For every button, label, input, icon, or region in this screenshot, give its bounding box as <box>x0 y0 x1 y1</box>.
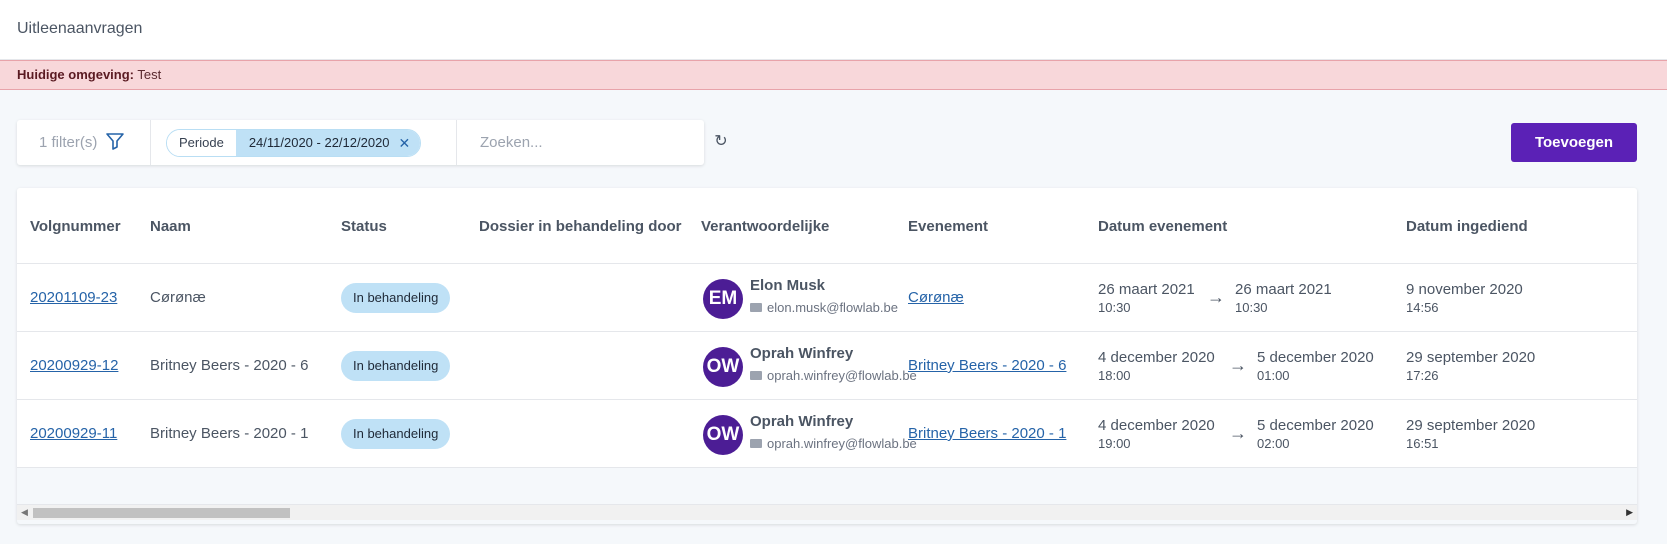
column-header-volgnummer[interactable]: Volgnummer <box>30 218 121 235</box>
volgnummer-link[interactable]: 20201109-23 <box>30 289 117 306</box>
refresh-icon[interactable]: ↻ <box>712 133 730 151</box>
person-email-wrap: oprah.winfrey@flowlab.be <box>750 368 917 383</box>
avatar: OW <box>703 415 743 455</box>
column-header-verantwoordelijke[interactable]: Verantwoordelijke <box>701 218 829 235</box>
arrow-right-icon: → <box>1207 287 1225 307</box>
environment-label: Huidige omgeving: <box>17 67 134 82</box>
event-link[interactable]: Cørønæ <box>908 289 964 306</box>
submitted-date: 29 september 2020 <box>1406 349 1536 366</box>
filter-chip-value: 24/11/2020 - 22/12/2020 <box>248 134 390 150</box>
add-button[interactable]: Toevoegen <box>1511 123 1637 162</box>
submitted-date: 29 september 2020 <box>1406 417 1536 434</box>
event-end-date: 5 december 2020 <box>1257 349 1374 366</box>
environment-value: Test <box>137 67 162 82</box>
horizontal-scrollbar[interactable]: ◀ ▶ <box>17 504 1637 520</box>
environment-banner: Huidige omgeving: Test <box>0 60 1667 90</box>
event-end-time: 01:00 <box>1257 368 1290 383</box>
submitted-time: 16:51 <box>1406 436 1439 451</box>
event-end-date: 26 maart 2021 <box>1235 281 1332 298</box>
filter-toggle[interactable]: 1 filter(s) <box>17 120 151 165</box>
filter-chip-key: Periode <box>167 129 236 156</box>
filter-chip-periode[interactable]: Periode 24/11/2020 - 22/12/2020 ✕ <box>166 128 422 157</box>
volgnummer-link[interactable]: 20200929-12 <box>30 357 118 374</box>
column-header-datum-evenement[interactable]: Datum evenement <box>1098 218 1227 235</box>
person-email: oprah.winfrey@flowlab.be <box>767 368 917 383</box>
person-name: Elon Musk <box>750 277 826 294</box>
column-header-status[interactable]: Status <box>341 218 387 235</box>
event-end-date: 5 december 2020 <box>1257 417 1374 434</box>
status-badge: In behandeling <box>341 351 451 381</box>
person-email: oprah.winfrey@flowlab.be <box>767 436 917 451</box>
person-email: elon.musk@flowlab.be <box>767 300 898 315</box>
person-name: Oprah Winfrey <box>750 345 854 362</box>
filter-bar: 1 filter(s) Periode 24/11/2020 - 22/12/2… <box>17 120 704 165</box>
page-title: Uitleenaanvragen <box>17 20 143 37</box>
filter-count: 1 filter(s) <box>39 134 98 151</box>
arrow-right-icon: → <box>1229 355 1247 375</box>
table-row[interactable]: 20201109-23 Cørønæ In behandeling EM Elo… <box>17 264 1637 332</box>
event-start-date: 4 december 2020 <box>1098 349 1215 366</box>
table-header: Volgnummer Naam Status Dossier in behand… <box>17 188 1637 264</box>
active-filters: Periode 24/11/2020 - 22/12/2020 ✕ <box>151 120 457 165</box>
funnel-icon <box>105 131 125 155</box>
arrow-right-icon: → <box>1229 423 1247 443</box>
person-email-wrap: oprah.winfrey@flowlab.be <box>750 436 917 451</box>
status-badge: In behandeling <box>341 283 451 313</box>
event-link[interactable]: Britney Beers - 2020 - 1 <box>908 425 1066 442</box>
mail-icon <box>750 303 762 312</box>
column-header-dossier[interactable]: Dossier in behandeling door <box>479 218 682 235</box>
column-header-naam[interactable]: Naam <box>150 218 191 235</box>
submitted-time: 17:26 <box>1406 368 1439 383</box>
table-row[interactable]: 20200929-11 Britney Beers - 2020 - 1 In … <box>17 400 1637 468</box>
column-header-datum-ingediend[interactable]: Datum ingediend <box>1406 218 1528 235</box>
status-badge: In behandeling <box>341 419 451 449</box>
scroll-left-icon[interactable]: ◀ <box>21 507 28 518</box>
avatar: OW <box>703 347 743 387</box>
submitted-time: 14:56 <box>1406 300 1439 315</box>
submitted-date: 9 november 2020 <box>1406 281 1523 298</box>
scroll-right-icon[interactable]: ▶ <box>1626 507 1633 518</box>
person-name: Oprah Winfrey <box>750 413 854 430</box>
event-end-time: 10:30 <box>1235 300 1268 315</box>
filter-chip-value-wrap: 24/11/2020 - 22/12/2020 ✕ <box>235 129 421 156</box>
event-start-time: 19:00 <box>1098 436 1131 451</box>
event-start-time: 18:00 <box>1098 368 1131 383</box>
event-start-date: 4 december 2020 <box>1098 417 1215 434</box>
event-start-date: 26 maart 2021 <box>1098 281 1195 298</box>
mail-icon <box>750 371 762 380</box>
request-name: Cørønæ <box>150 289 206 306</box>
request-name: Britney Beers - 2020 - 6 <box>150 357 309 374</box>
request-name: Britney Beers - 2020 - 1 <box>150 425 309 442</box>
volgnummer-link[interactable]: 20200929-11 <box>30 425 117 442</box>
event-end-time: 02:00 <box>1257 436 1290 451</box>
event-link[interactable]: Britney Beers - 2020 - 6 <box>908 357 1066 374</box>
search-input[interactable] <box>457 120 704 165</box>
avatar: EM <box>703 279 743 319</box>
event-start-time: 10:30 <box>1098 300 1131 315</box>
scrollbar-thumb[interactable] <box>33 508 290 518</box>
column-header-evenement[interactable]: Evenement <box>908 218 988 235</box>
mail-icon <box>750 439 762 448</box>
close-icon[interactable]: ✕ <box>399 130 411 156</box>
requests-table: Volgnummer Naam Status Dossier in behand… <box>17 188 1637 524</box>
table-row[interactable]: 20200929-12 Britney Beers - 2020 - 6 In … <box>17 332 1637 400</box>
person-email-wrap: elon.musk@flowlab.be <box>750 300 898 315</box>
top-bar: Uitleenaanvragen <box>0 0 1667 60</box>
